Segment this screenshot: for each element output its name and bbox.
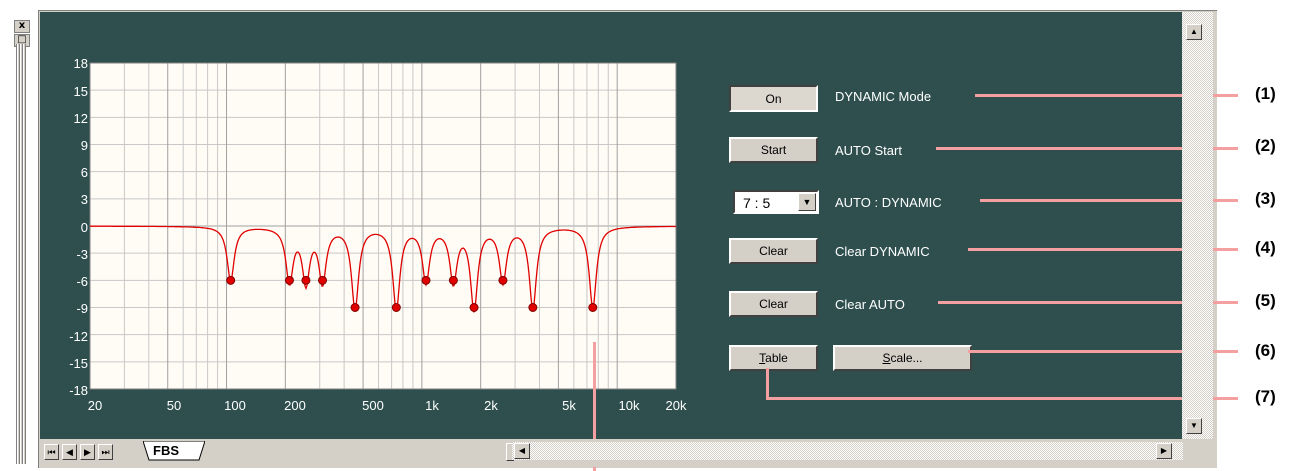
y-tick-label: 18 <box>74 56 88 71</box>
filter-marker[interactable] <box>226 275 236 285</box>
scroll-left-icon[interactable]: ◀ <box>514 443 530 459</box>
y-tick-label: 0 <box>81 220 88 235</box>
callout-6: (6) <box>1255 341 1276 360</box>
x-tick-label: 1k <box>425 398 439 413</box>
callout-5: (5) <box>1255 291 1276 310</box>
last-tab-icon[interactable]: ⏭ <box>98 444 113 460</box>
first-tab-icon[interactable]: ⏮ <box>44 444 59 460</box>
filter-marker[interactable] <box>498 275 508 285</box>
callout-3: (3) <box>1255 189 1276 208</box>
close-icon[interactable]: x <box>14 20 30 33</box>
ratio-value: 7 : 5 <box>743 195 771 211</box>
leader-line-7-vertical <box>766 368 769 399</box>
y-tick-label: 6 <box>81 165 88 180</box>
y-tick-label: 3 <box>81 192 88 207</box>
x-tick-label: 200 <box>284 398 306 413</box>
callout-1: (1) <box>1255 84 1276 103</box>
x-tick-label: 50 <box>167 398 181 413</box>
prev-tab-icon[interactable]: ◀ <box>62 444 77 460</box>
filter-marker[interactable] <box>391 303 401 312</box>
callout-2: (2) <box>1255 136 1276 155</box>
filter-marker[interactable] <box>588 303 598 312</box>
filter-marker[interactable] <box>301 275 311 285</box>
scroll-up-icon[interactable]: ▲ <box>1186 24 1202 40</box>
auto-start-button[interactable]: Start <box>729 137 818 163</box>
dock-grip-handle[interactable] <box>16 44 26 464</box>
clear-dynamic-label: Clear DYNAMIC <box>835 244 930 259</box>
y-tick-label: -15 <box>69 356 88 371</box>
x-tick-label: 20 <box>88 398 102 413</box>
tab-fbs[interactable]: FBS <box>143 441 205 461</box>
auto-start-label: AUTO Start <box>835 143 902 158</box>
scroll-down-icon[interactable]: ▼ <box>1186 418 1202 434</box>
table-label: able <box>765 351 788 365</box>
filter-marker[interactable] <box>448 275 458 285</box>
x-tick-label: 500 <box>362 398 384 413</box>
table-button[interactable]: Table <box>729 345 818 371</box>
callout-4: (4) <box>1255 238 1276 257</box>
next-tab-icon[interactable]: ▶ <box>80 444 95 460</box>
scale-label: cale... <box>890 351 923 365</box>
dynamic-mode-toggle-button[interactable]: On <box>729 85 818 112</box>
x-tick-label: 2k <box>484 398 498 413</box>
clear-auto-label: Clear AUTO <box>835 297 905 312</box>
dynamic-mode-label: DYNAMIC Mode <box>835 89 932 104</box>
y-tick-label: 9 <box>81 138 88 153</box>
y-tick-label: -12 <box>69 329 88 344</box>
x-tick-label: 100 <box>224 398 246 413</box>
filter-marker[interactable] <box>284 275 294 285</box>
scroll-right-icon[interactable]: ▶ <box>1156 443 1172 459</box>
filter-marker[interactable] <box>528 303 538 312</box>
x-tick-label: 20k <box>666 398 687 413</box>
x-tick-label: 10k <box>619 398 640 413</box>
y-tick-label: -18 <box>69 383 88 398</box>
y-tick-label: -9 <box>76 301 88 316</box>
y-tick-label: 12 <box>74 111 88 126</box>
x-axis-ticks: 20 50 100 200 500 1k 2k 5k 10k 20k <box>88 398 687 413</box>
vertical-scrollbar[interactable]: ▲ ▼ <box>1182 12 1213 439</box>
y-tick-label: 15 <box>74 84 88 99</box>
y-axis-ticks: 18 15 12 9 6 3 0 -3 -6 -9 -12 -15 -18 <box>69 56 88 398</box>
leader-line-7 <box>766 397 1238 400</box>
x-tick-label: 5k <box>562 398 576 413</box>
clear-dynamic-button[interactable]: Clear <box>729 238 818 264</box>
filter-marker[interactable] <box>421 275 431 285</box>
callout-7: (7) <box>1255 387 1276 406</box>
scale-mnemonic: S <box>882 351 891 365</box>
y-tick-label: -3 <box>76 247 88 262</box>
horizontal-scrollbar[interactable]: ◀ ▶ <box>512 442 1183 460</box>
dropdown-arrow-icon[interactable]: ▼ <box>798 193 816 211</box>
filter-marker[interactable] <box>318 275 328 285</box>
scale-button[interactable]: Scale... <box>833 345 972 371</box>
auto-dynamic-label: AUTO : DYNAMIC <box>835 195 942 210</box>
filter-marker[interactable] <box>469 303 479 312</box>
tab-fbs-label: FBS <box>153 443 179 458</box>
y-tick-label: -6 <box>76 274 88 289</box>
filter-marker[interactable] <box>350 303 360 312</box>
clear-auto-button[interactable]: Clear <box>729 291 818 317</box>
auto-dynamic-ratio-select[interactable]: 7 : 5 ▼ <box>733 190 819 214</box>
